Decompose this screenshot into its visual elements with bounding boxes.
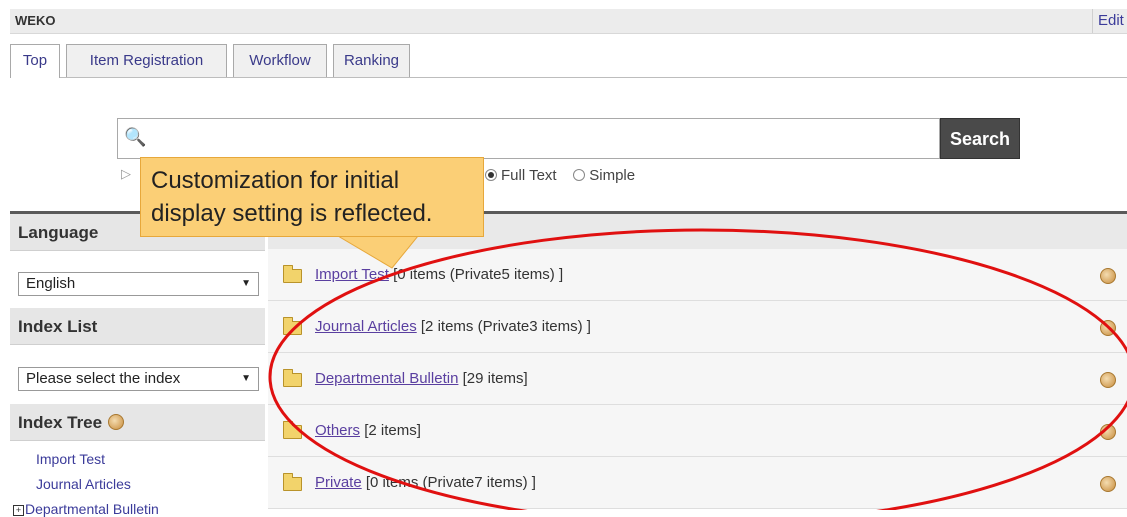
annotation-overlay [268, 228, 1127, 510]
callout-pointer [336, 235, 420, 269]
callout-line-2: display setting is reflected. [151, 200, 433, 227]
callout-line-1: Customization for initial [151, 167, 400, 194]
annotation-callout: Customization for initial display settin… [140, 157, 484, 237]
highlight-ellipse [268, 228, 1127, 510]
